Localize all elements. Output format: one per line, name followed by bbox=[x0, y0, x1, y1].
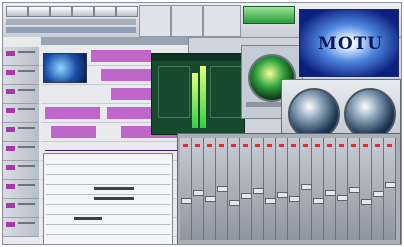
track-header[interactable] bbox=[3, 85, 39, 104]
midi-note[interactable] bbox=[94, 197, 134, 200]
channel-strip[interactable] bbox=[384, 138, 396, 240]
channel-strip[interactable] bbox=[360, 138, 372, 240]
channel-strip[interactable] bbox=[228, 138, 240, 240]
vu-meter-icon bbox=[192, 73, 198, 128]
channel-strip[interactable] bbox=[192, 138, 204, 240]
toolbar-button[interactable] bbox=[28, 6, 50, 17]
record-icon[interactable] bbox=[6, 127, 15, 132]
fader-icon[interactable] bbox=[373, 191, 384, 197]
channel-strip[interactable] bbox=[324, 138, 336, 240]
transport-bar bbox=[6, 19, 136, 25]
audio-clip[interactable] bbox=[45, 107, 100, 119]
fader-icon[interactable] bbox=[385, 182, 396, 188]
fader-icon[interactable] bbox=[205, 196, 216, 202]
toolbar-button[interactable] bbox=[72, 6, 94, 17]
track-header[interactable] bbox=[3, 161, 39, 180]
audio-clip[interactable] bbox=[91, 50, 151, 62]
daw-desktop: MOTU bbox=[2, 2, 402, 245]
channel-strip[interactable] bbox=[180, 138, 192, 240]
track-header[interactable] bbox=[3, 142, 39, 161]
fader-icon[interactable] bbox=[313, 198, 324, 204]
plugin-controls[interactable] bbox=[158, 66, 190, 118]
fader-icon[interactable] bbox=[277, 192, 288, 198]
record-icon[interactable] bbox=[6, 108, 15, 113]
plugin-controls[interactable] bbox=[210, 66, 242, 118]
fader-icon[interactable] bbox=[193, 190, 204, 196]
fader-icon[interactable] bbox=[229, 200, 240, 206]
track-header[interactable] bbox=[3, 199, 39, 218]
event-list-window bbox=[43, 153, 173, 244]
record-icon[interactable] bbox=[6, 222, 15, 227]
track-header[interactable] bbox=[3, 66, 39, 85]
track-header[interactable] bbox=[3, 47, 39, 66]
channel-strip[interactable] bbox=[216, 138, 228, 240]
counter-display bbox=[6, 27, 136, 33]
channel-strip[interactable] bbox=[348, 138, 360, 240]
record-icon[interactable] bbox=[6, 165, 15, 170]
audio-clip[interactable] bbox=[51, 126, 96, 138]
channel-strip[interactable] bbox=[240, 138, 252, 240]
channel-strip[interactable] bbox=[264, 138, 276, 240]
fader-icon[interactable] bbox=[349, 187, 360, 193]
channel-strip[interactable] bbox=[276, 138, 288, 240]
record-icon[interactable] bbox=[6, 146, 15, 151]
fader-icon[interactable] bbox=[217, 186, 228, 192]
plugin-window-green bbox=[151, 53, 245, 135]
tempo-display bbox=[243, 6, 295, 24]
motu-splash: MOTU bbox=[299, 9, 399, 77]
control-panel bbox=[139, 5, 171, 37]
fader-icon[interactable] bbox=[325, 190, 336, 196]
fader-icon[interactable] bbox=[361, 199, 372, 205]
record-icon[interactable] bbox=[6, 184, 15, 189]
fader-icon[interactable] bbox=[241, 193, 252, 199]
channel-strip[interactable] bbox=[252, 138, 264, 240]
fader-icon[interactable] bbox=[253, 188, 264, 194]
fader-icon[interactable] bbox=[181, 198, 192, 204]
toolbar-button[interactable] bbox=[50, 6, 72, 17]
track-header[interactable] bbox=[3, 180, 39, 199]
record-icon[interactable] bbox=[6, 70, 15, 75]
toolbar-button[interactable] bbox=[116, 6, 138, 17]
track-header[interactable] bbox=[3, 104, 39, 123]
fader-icon[interactable] bbox=[301, 184, 312, 190]
channel-strip[interactable] bbox=[336, 138, 348, 240]
record-icon[interactable] bbox=[6, 51, 15, 56]
fader-icon[interactable] bbox=[265, 198, 276, 204]
channel-strip[interactable] bbox=[288, 138, 300, 240]
automation-line bbox=[45, 150, 180, 151]
fader-icon[interactable] bbox=[289, 196, 300, 202]
control-panel bbox=[203, 5, 241, 37]
toolbar-button[interactable] bbox=[6, 6, 28, 17]
record-icon[interactable] bbox=[6, 203, 15, 208]
motu-logo: MOTU bbox=[318, 34, 384, 54]
video-preview bbox=[43, 53, 87, 83]
timeline-ruler[interactable] bbox=[41, 37, 188, 45]
track-header[interactable] bbox=[3, 123, 39, 142]
toolbar-button[interactable] bbox=[94, 6, 116, 17]
channel-strip[interactable] bbox=[312, 138, 324, 240]
channel-strip[interactable] bbox=[300, 138, 312, 240]
mixer-window bbox=[177, 133, 401, 244]
track-header[interactable] bbox=[3, 218, 39, 237]
channel-strip[interactable] bbox=[204, 138, 216, 240]
midi-note[interactable] bbox=[74, 217, 102, 220]
record-icon[interactable] bbox=[6, 89, 15, 94]
vu-meter-icon bbox=[200, 66, 206, 128]
plugin-titlebar[interactable] bbox=[152, 54, 244, 61]
fader-icon[interactable] bbox=[337, 195, 348, 201]
channel-strip[interactable] bbox=[372, 138, 384, 240]
control-panel bbox=[171, 5, 203, 37]
midi-note[interactable] bbox=[94, 187, 134, 190]
